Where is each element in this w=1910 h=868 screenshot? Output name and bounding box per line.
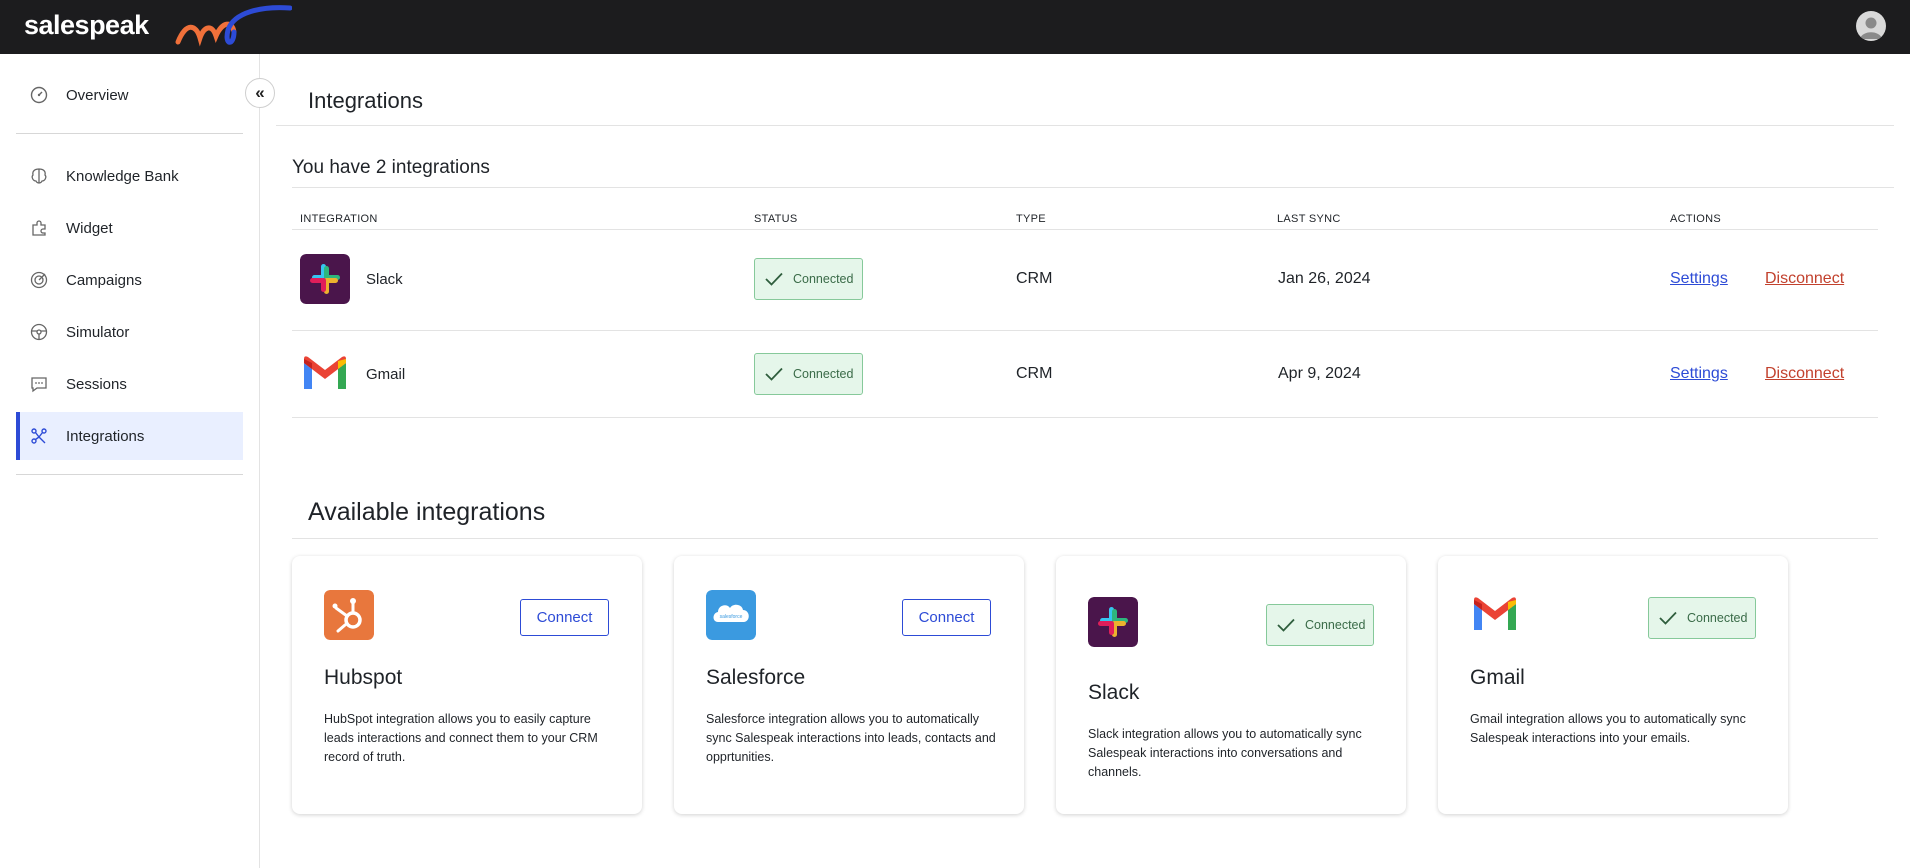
integration-card-salesforce: salesforce Connect Salesforce Salesforce… (674, 556, 1024, 814)
table-bottom-divider (292, 417, 1878, 418)
integration-card-title: Salesforce (706, 666, 806, 689)
slack-logo-icon (300, 254, 350, 304)
disconnect-link[interactable]: Disconnect (1765, 270, 1844, 288)
integration-card-description: Salesforce integration allows you to aut… (706, 712, 996, 764)
integration-type: CRM (1016, 270, 1053, 287)
integration-card-slack: Connected Slack Slack integration allows… (1056, 556, 1406, 814)
gmail-logo-icon (300, 349, 350, 399)
app-logo[interactable]: salespeak (24, 10, 149, 41)
sidebar-divider (16, 474, 243, 475)
salesforce-logo-icon: salesforce (706, 590, 756, 640)
last-sync-date: Jan 26, 2024 (1278, 270, 1371, 287)
sidebar-item-simulator[interactable]: Simulator (16, 308, 243, 356)
connect-button[interactable]: Connect (902, 599, 991, 636)
available-divider (292, 538, 1878, 539)
collapse-sidebar-button[interactable]: « (245, 78, 275, 108)
user-avatar[interactable] (1856, 11, 1886, 41)
chat-bubble-icon (31, 377, 47, 393)
status-badge: Connected (1266, 604, 1374, 646)
integration-card-title: Slack (1088, 681, 1140, 704)
table-row-divider (292, 330, 1878, 331)
column-header-status: STATUS (754, 213, 798, 225)
table-header-divider (292, 229, 1878, 230)
sidebar-item-campaigns[interactable]: Campaigns (16, 256, 243, 304)
column-header-integration: INTEGRATION (300, 213, 378, 225)
integration-card-gmail: Connected Gmail Gmail integration allows… (1438, 556, 1788, 814)
sidebar-divider (16, 133, 243, 134)
dashboard-icon (30, 86, 48, 104)
sidebar-item-sessions[interactable]: Sessions (16, 360, 243, 408)
page-title: Integrations (308, 88, 423, 113)
salesforce-logo-text: salesforce (720, 614, 743, 620)
disconnect-link[interactable]: Disconnect (1765, 365, 1844, 383)
integration-card-description: Slack integration allows you to automati… (1088, 727, 1362, 779)
integration-card-title: Gmail (1470, 666, 1525, 689)
top-bar: salespeak (0, 0, 1910, 54)
sidebar-item-label: Widget (66, 219, 113, 237)
sidebar-item-label: Knowledge Bank (66, 167, 179, 185)
connect-button[interactable]: Connect (520, 599, 609, 636)
available-integrations-heading: Available integrations (308, 498, 546, 526)
status-label: Connected (793, 367, 854, 381)
double-chevron-left-icon: « (255, 83, 265, 102)
puzzle-icon (32, 220, 46, 236)
user-icon (1860, 17, 1882, 39)
column-header-type: TYPE (1016, 213, 1046, 225)
sidebar-item-label: Sessions (66, 375, 127, 393)
integration-card-description: HubSpot integration allows you to easily… (324, 712, 598, 764)
check-icon (1659, 611, 1677, 625)
target-icon (30, 271, 48, 289)
integration-card-description: Gmail integration allows you to automati… (1470, 712, 1746, 745)
integration-name: Gmail (366, 366, 406, 383)
steering-wheel-icon (30, 323, 48, 341)
settings-link[interactable]: Settings (1670, 365, 1728, 383)
integrations-count-heading: You have 2 integrations (292, 157, 490, 178)
integration-card-hubspot: Connect Hubspot HubSpot integration allo… (292, 556, 642, 814)
sidebar-item-label: Overview (66, 86, 129, 104)
sidebar-item-knowledge-bank[interactable]: Knowledge Bank (16, 152, 243, 200)
last-sync-date: Apr 9, 2024 (1278, 365, 1361, 382)
column-header-last-sync: LAST SYNC (1277, 213, 1341, 225)
status-label: Connected (1687, 611, 1748, 625)
integrations-icon (31, 428, 47, 444)
brain-icon (31, 168, 47, 184)
status-badge: Connected (754, 353, 863, 395)
sidebar-item-overview[interactable]: Overview (16, 71, 243, 119)
settings-link[interactable]: Settings (1670, 270, 1728, 288)
sidebar-item-label: Integrations (66, 427, 145, 445)
logo-swoosh-icon (175, 5, 292, 47)
status-label: Connected (793, 272, 854, 286)
sidebar-item-widget[interactable]: Widget (16, 204, 243, 252)
sidebar-item-integrations[interactable]: Integrations (16, 412, 243, 460)
integration-type: CRM (1016, 365, 1053, 382)
status-badge: Connected (754, 258, 863, 300)
slack-logo-icon (1088, 597, 1138, 647)
sidebar-item-label: Campaigns (66, 271, 142, 289)
check-icon (1277, 618, 1295, 632)
integration-name: Slack (366, 271, 403, 288)
column-header-actions: ACTIONS (1670, 213, 1721, 225)
hubspot-logo-icon (324, 590, 374, 640)
integration-card-title: Hubspot (324, 666, 403, 689)
check-icon (765, 272, 783, 286)
gmail-logo-icon (1470, 590, 1520, 640)
check-icon (765, 367, 783, 381)
sidebar-item-label: Simulator (66, 323, 130, 341)
sidebar: Overview Knowledge Bank Widget Campaigns… (0, 54, 260, 868)
title-divider (276, 125, 1894, 126)
section-divider (292, 187, 1894, 188)
status-label: Connected (1305, 618, 1366, 632)
status-badge: Connected (1648, 597, 1756, 639)
